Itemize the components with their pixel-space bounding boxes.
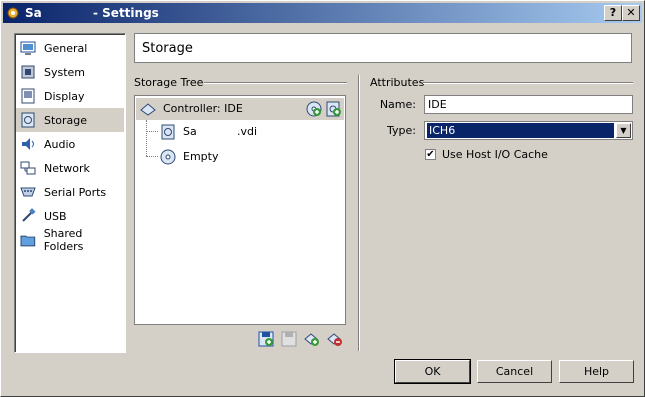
sidebar-item-label: System <box>44 65 86 79</box>
cdrom-label: Empty <box>183 150 219 163</box>
type-label: Type: <box>387 124 416 137</box>
remove-controller-icon[interactable] <box>327 331 343 347</box>
attributes-label: Attributes <box>370 76 425 89</box>
storage-tree[interactable]: Controller: IDE Sa .vdi Empty <box>134 95 346 325</box>
hard-disk-icon <box>161 124 175 140</box>
sidebar-item-storage[interactable]: Storage <box>16 108 124 132</box>
app-gear-icon <box>7 7 19 19</box>
ok-button[interactable]: OK <box>394 359 471 384</box>
type-selected-value: ICH6 <box>427 123 614 138</box>
sidebar-item-label: Audio <box>44 137 76 151</box>
shared-folder-icon <box>20 235 36 247</box>
tree-item-hard-disk[interactable]: Sa .vdi <box>157 122 337 142</box>
sidebar-item-general[interactable]: General <box>16 36 124 60</box>
title-help-button[interactable]: ? <box>604 5 622 21</box>
general-icon <box>20 41 36 55</box>
sidebar-item-label: Network <box>44 161 90 175</box>
disk-name: Sa <box>183 125 197 138</box>
tree-item-cdrom[interactable]: Empty <box>157 147 337 167</box>
sidebar-item-label: USB <box>44 209 67 223</box>
page-title: Storage <box>142 41 193 56</box>
type-select[interactable]: ICH6 ▼ <box>424 121 633 140</box>
disk-extension: .vdi <box>237 125 258 138</box>
remove-attachment-icon[interactable] <box>281 331 297 347</box>
add-cd-icon[interactable] <box>306 101 322 117</box>
storage-icon <box>21 112 35 128</box>
controller-label: Controller: IDE <box>163 102 243 115</box>
serial-port-icon <box>20 187 36 197</box>
storage-tree-label: Storage Tree <box>134 76 204 89</box>
host-cache-label: Use Host I/O Cache <box>442 148 548 161</box>
title-close-button[interactable]: ✕ <box>622 5 640 21</box>
help-button[interactable]: Help <box>559 360 634 383</box>
sidebar-item-label: Storage <box>44 113 88 127</box>
display-icon <box>21 88 35 104</box>
sidebar-item-serial-ports[interactable]: Serial Ports <box>16 180 124 204</box>
sidebar-item-system[interactable]: System <box>16 60 124 84</box>
cd-icon <box>160 149 176 165</box>
attributes-rule <box>423 82 633 84</box>
sidebar-item-audio[interactable]: Audio <box>16 132 124 156</box>
sidebar-item-usb[interactable]: USB <box>16 204 124 228</box>
add-hard-disk-icon[interactable] <box>326 101 342 117</box>
page-header: Storage <box>134 33 632 63</box>
cancel-button[interactable]: Cancel <box>477 360 552 383</box>
audio-icon <box>22 138 34 150</box>
network-icon <box>20 161 36 175</box>
name-label: Name: <box>379 98 416 111</box>
window-title-suffix: - Settings <box>93 6 159 20</box>
sidebar-item-label: Shared Folders <box>43 227 84 253</box>
settings-sidebar: General System Display Storage Audio Net… <box>14 33 126 353</box>
chevron-down-icon[interactable]: ▼ <box>616 123 631 138</box>
system-icon <box>21 65 35 79</box>
usb-icon <box>22 208 36 222</box>
sidebar-item-label: General <box>44 41 88 55</box>
sidebar-item-label: Display <box>44 89 85 103</box>
sidebar-item-network[interactable]: Network <box>16 156 124 180</box>
add-attachment-icon[interactable] <box>258 331 274 347</box>
name-field[interactable]: IDE <box>424 95 633 114</box>
controller-icon <box>140 103 156 116</box>
tree-connector <box>146 120 147 156</box>
window-title-name: Sa <box>25 6 42 20</box>
host-cache-checkbox[interactable]: ✔ <box>425 149 436 160</box>
sidebar-item-display[interactable]: Display <box>16 84 124 108</box>
sidebar-item-label: Serial Ports <box>44 185 107 199</box>
settings-window: Sa - Settings ? ✕ General System Display… <box>0 0 645 397</box>
title-bar[interactable]: Sa - Settings ? ✕ <box>3 3 642 23</box>
sidebar-item-shared-folders[interactable]: Shared Folders <box>16 227 124 253</box>
add-controller-icon[interactable] <box>304 331 320 347</box>
tree-item-controller[interactable]: Controller: IDE <box>136 98 344 120</box>
storage-tree-rule <box>204 82 347 84</box>
section-divider <box>358 75 360 351</box>
